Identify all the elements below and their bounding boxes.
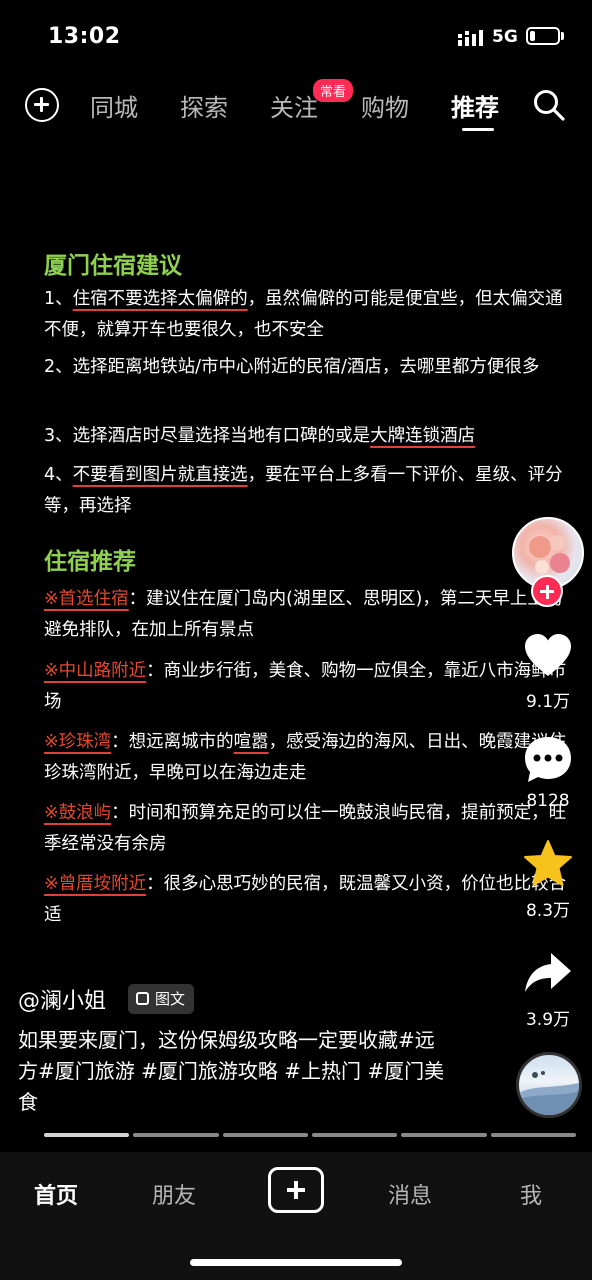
share-icon[interactable] [522, 947, 574, 999]
recommend-item-5: ※曾厝垵附近：很多心思巧妙的民宿，既温馨又小资，价位也比较合适 [44, 874, 567, 925]
page-progress-segment [490, 1133, 576, 1137]
add-icon[interactable] [25, 88, 59, 122]
search-icon[interactable] [532, 88, 566, 122]
tip-item-1: 1、住宿不要选择太偏僻的，虽然偏僻的可能是便宜些，但太偏交通不便，就算开车也要很… [44, 289, 563, 340]
page-progress-segment [401, 1133, 487, 1137]
network-label: 5G [492, 27, 518, 47]
favorite-count: 8.3万 [525, 901, 571, 921]
tip-item-2: 2、选择距离地铁站/市中心附近的民宿/酒店，去哪里都方便很多 [44, 357, 540, 377]
section-title-tips: 厦门住宿建议 [44, 253, 182, 279]
tab-following[interactable]: 关注 [270, 88, 318, 123]
post-type-label: 图文 [155, 990, 186, 1008]
music-disc-icon[interactable] [516, 1052, 582, 1118]
home-indicator [190, 1259, 402, 1266]
like-count: 9.1万 [525, 692, 571, 712]
share-count: 3.9万 [525, 1010, 571, 1030]
recommend-item-3: ※珍珠湾：想远离城市的喧嚣，感受海边的海风、日出、晚霞建议住珍珠湾附近，早晚可以… [44, 732, 567, 783]
tab-shopping[interactable]: 购物 [361, 88, 409, 123]
author-name[interactable]: @澜小姐 [18, 983, 106, 1015]
music-cover [519, 1071, 579, 1115]
tab-recommended[interactable]: 推荐 [451, 88, 499, 123]
page-progress-segment [222, 1133, 308, 1137]
status-time: 13:02 [48, 24, 121, 49]
recommend-item-1: ※首选住宿：建议住在厦门岛内(湖里区、思明区)，第二天早上上岛避免排队，在加上所… [44, 589, 563, 640]
favorite-star-icon[interactable] [522, 838, 574, 890]
follow-button[interactable] [531, 575, 563, 607]
signal-icon [458, 30, 483, 46]
tab-nearby[interactable]: 同城 [90, 88, 138, 123]
nav-friends[interactable]: 朋友 [152, 1178, 196, 1210]
like-icon[interactable] [522, 630, 574, 682]
recommend-item-4: ※鼓浪屿：时间和预算充足的可以住一晚鼓浪屿民宿，提前预定，旺季经常没有余房 [44, 803, 567, 854]
comment-icon[interactable] [522, 734, 574, 786]
section-title-recommend: 住宿推荐 [44, 549, 136, 575]
recommend-item-2: ※中山路附近：商业步行街，美食、购物一应俱全，靠近八市海鲜市场 [44, 661, 567, 712]
tip-item-4: 4、不要看到图片就直接选，要在平台上多看一下评价、星级、评分等，再选择 [44, 465, 563, 516]
nav-messages[interactable]: 消息 [388, 1178, 432, 1210]
tip-item-3: 3、选择酒店时尽量选择当地有口碑的或是大牌连锁酒店 [44, 426, 476, 446]
post-image[interactable]: 厦门住宿建议 1、住宿不要选择太偏僻的，虽然偏僻的可能是便宜些，但太偏交通不便，… [0, 212, 592, 940]
battery-icon [526, 27, 560, 45]
nav-me[interactable]: 我 [520, 1178, 542, 1210]
image-text-icon [136, 992, 149, 1005]
tab-explore[interactable]: 探索 [180, 88, 228, 123]
battery-tip [561, 32, 564, 40]
page-progress-segment [44, 1133, 130, 1137]
comment-count: 8128 [526, 791, 570, 811]
nav-home[interactable]: 首页 [34, 1178, 78, 1210]
create-button[interactable] [268, 1167, 324, 1213]
page-progress-segment [312, 1133, 398, 1137]
active-tab-indicator [462, 128, 494, 131]
following-badge: 常看 [313, 79, 354, 102]
post-type-tag: 图文 [128, 984, 195, 1014]
page-progress-segment [133, 1133, 219, 1137]
post-caption[interactable]: 如果要来厦门，这份保姆级攻略一定要收藏#远方#厦门旅游 #厦门旅游攻略 #上热门… [18, 1025, 448, 1118]
